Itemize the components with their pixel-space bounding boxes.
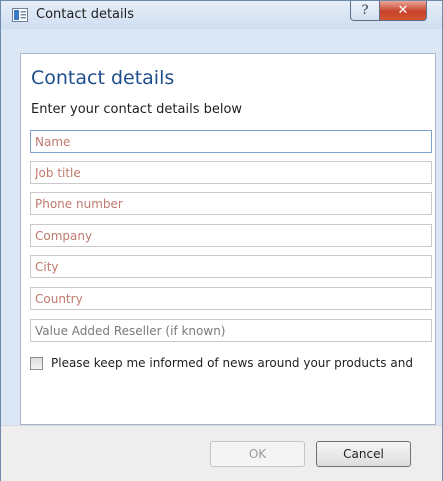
cancel-button[interactable]: Cancel <box>316 441 411 467</box>
phone-number-input[interactable] <box>30 192 432 215</box>
dialog-content: Contact details Enter your contact detai… <box>20 53 436 425</box>
close-icon: ✕ <box>397 3 409 18</box>
reseller-input[interactable] <box>30 319 432 342</box>
form-subheading: Enter your contact details below <box>31 102 243 117</box>
newsletter-checkbox[interactable] <box>30 356 43 370</box>
dialog-app-icon <box>12 8 28 22</box>
close-button[interactable]: ✕ <box>379 1 427 21</box>
job-title-input[interactable] <box>30 161 432 184</box>
company-input[interactable] <box>30 224 432 247</box>
name-input[interactable] <box>30 130 432 153</box>
newsletter-consent[interactable]: Please keep me informed of news around y… <box>30 356 435 370</box>
country-input[interactable] <box>30 287 432 310</box>
help-icon: ? <box>361 3 369 18</box>
button-bar: OK Cancel <box>1 425 442 481</box>
dialog-window: Contact details ? ✕ Contact details Ente… <box>0 0 443 481</box>
newsletter-consent-label: Please keep me informed of news around y… <box>51 356 413 370</box>
form-heading: Contact details <box>31 67 175 89</box>
ok-button[interactable]: OK <box>210 441 305 467</box>
help-button[interactable]: ? <box>350 1 380 21</box>
window-title: Contact details <box>36 7 135 22</box>
title-bar[interactable]: Contact details ? ✕ <box>1 1 442 29</box>
city-input[interactable] <box>30 255 432 278</box>
